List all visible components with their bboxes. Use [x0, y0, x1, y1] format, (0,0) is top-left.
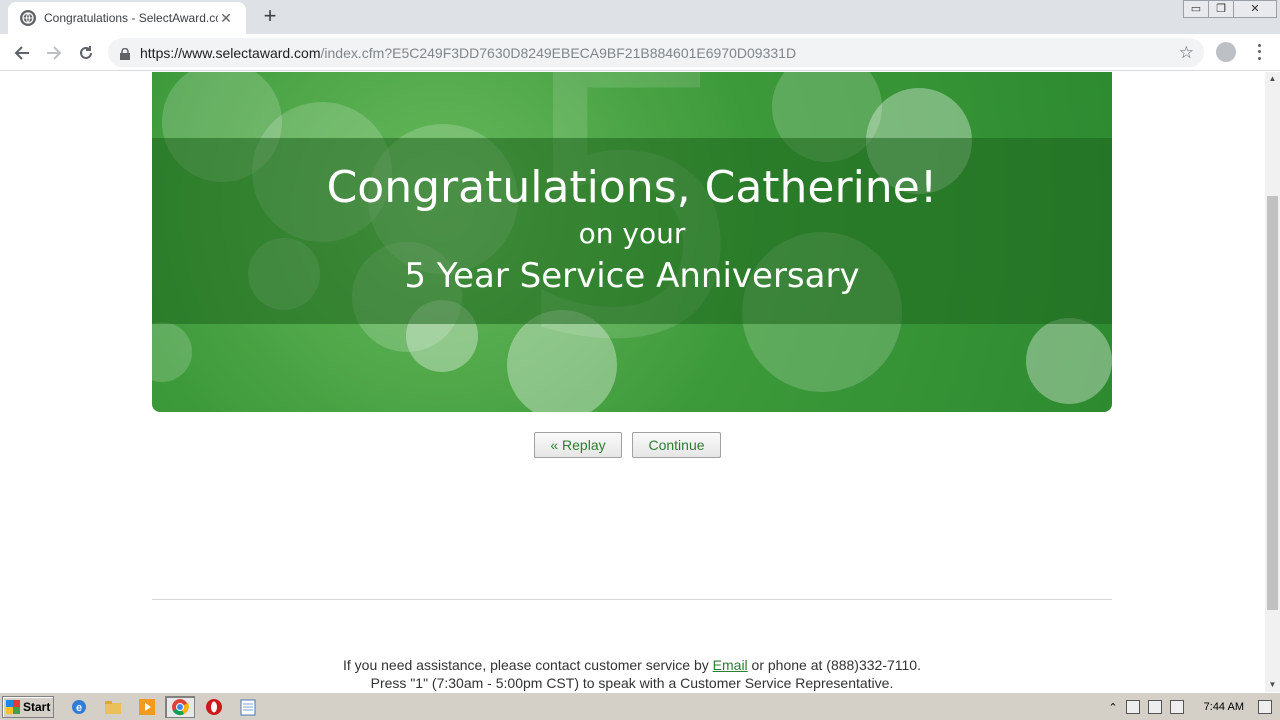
start-button[interactable]: Start [2, 696, 54, 718]
start-label: Start [23, 700, 51, 714]
scroll-down-arrow-icon[interactable]: ▼ [1265, 678, 1280, 692]
continue-button[interactable]: Continue [632, 432, 721, 458]
support-footer: If you need assistance, please contact c… [152, 656, 1112, 692]
bookmark-star-icon[interactable]: ☆ [1179, 43, 1194, 63]
minimize-button[interactable]: ▭ [1183, 0, 1209, 18]
bokeh-circle [507, 310, 617, 412]
windows-taskbar: Start e ⌃ 7:44 AM [0, 692, 1280, 720]
scroll-up-arrow-icon[interactable]: ▲ [1265, 72, 1280, 86]
restore-button[interactable]: ❐ [1208, 0, 1234, 18]
notepad-icon[interactable] [233, 696, 263, 718]
system-tray: ⌃ 7:44 AM [1108, 695, 1280, 719]
internet-explorer-icon[interactable]: e [64, 696, 94, 718]
occasion-title: 5 Year Service Anniversary [404, 256, 860, 296]
network-icon[interactable] [1147, 700, 1162, 714]
support-text-after: or phone at (888)332-7110. [747, 657, 921, 673]
anniversary-banner: 5 Congratulations, Catherine! on your 5 … [152, 72, 1112, 412]
tab-title: Congratulations - SelectAward.com [44, 11, 218, 25]
clock[interactable]: 7:44 AM [1204, 701, 1244, 713]
email-link[interactable]: Email [713, 657, 748, 673]
vertical-scrollbar[interactable]: ▲ ▼ [1265, 72, 1280, 692]
anyrun-watermark: ANY▷RUN [1038, 684, 1265, 692]
bokeh-circle [152, 322, 192, 382]
close-window-button[interactable]: ✕ [1233, 0, 1277, 18]
file-explorer-icon[interactable] [98, 696, 128, 718]
action-buttons: « Replay Continue [534, 432, 721, 458]
support-line-1: If you need assistance, please contact c… [152, 656, 1112, 674]
support-text-before: If you need assistance, please contact c… [343, 657, 713, 673]
chrome-menu-icon[interactable] [1254, 42, 1264, 62]
browser-tab[interactable]: Congratulations - SelectAward.com ✕ [8, 2, 246, 34]
subline: on your [578, 217, 686, 250]
reload-icon[interactable] [74, 41, 98, 65]
scrollbar-thumb[interactable] [1267, 196, 1278, 610]
back-arrow-icon[interactable] [10, 41, 34, 65]
tray-expand-icon[interactable]: ⌃ [1108, 701, 1117, 714]
lock-icon [120, 47, 130, 60]
url-host: https://www.selectaward.com [140, 44, 321, 61]
address-bar[interactable]: https://www.selectaward.com/index.cfm?E5… [108, 38, 1204, 67]
tab-strip: Congratulations - SelectAward.com ✕ + ▭ … [0, 0, 1280, 34]
url-text: https://www.selectaward.com/index.cfm?E5… [140, 45, 796, 61]
support-line-2: Press "1" (7:30am - 5:00pm CST) to speak… [370, 675, 894, 691]
congratulations-headline: Congratulations, Catherine! [326, 162, 938, 213]
page-viewport: 5 Congratulations, Catherine! on your 5 … [0, 72, 1265, 692]
media-player-icon[interactable] [132, 696, 162, 718]
profile-avatar-icon[interactable] [1216, 42, 1236, 62]
forward-arrow-icon[interactable] [42, 41, 66, 65]
globe-icon [20, 10, 36, 26]
volume-icon[interactable] [1125, 700, 1140, 714]
headline-band: Congratulations, Catherine! on your 5 Ye… [152, 138, 1112, 324]
action-center-flag-icon[interactable] [1169, 700, 1184, 714]
windows-logo-icon [6, 700, 20, 714]
opera-icon[interactable] [199, 696, 229, 718]
close-tab-icon[interactable]: ✕ [218, 10, 234, 27]
show-desktop-icon[interactable] [1258, 700, 1272, 714]
replay-button[interactable]: « Replay [534, 432, 622, 458]
browser-toolbar: https://www.selectaward.com/index.cfm?E5… [0, 34, 1280, 71]
new-tab-button[interactable]: + [258, 5, 282, 28]
url-path: /index.cfm?E5C249F3DD7630D8249EBECA9BF21… [320, 44, 797, 61]
footer-divider [152, 599, 1112, 600]
bokeh-circle [1026, 318, 1112, 404]
svg-text:e: e [76, 702, 82, 714]
chrome-taskbar-icon[interactable] [165, 696, 195, 718]
